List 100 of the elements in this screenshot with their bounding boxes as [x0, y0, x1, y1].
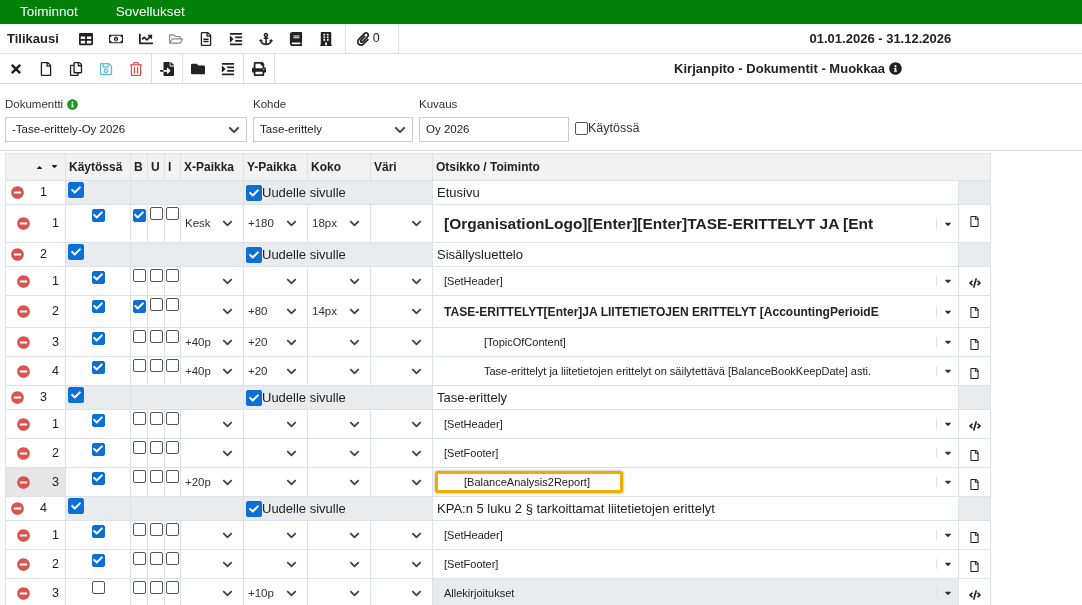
new-document-icon[interactable]: [39, 61, 53, 76]
content-field[interactable]: [BalanceAnalysis2Report]: [435, 471, 623, 494]
document-icon[interactable]: [198, 31, 213, 46]
checkbox[interactable]: [149, 412, 163, 426]
row-number-cell[interactable]: 2: [5, 438, 66, 468]
indent-icon[interactable]: [228, 31, 243, 46]
content-field[interactable]: [SetHeader]: [435, 413, 536, 436]
checkbox[interactable]: [68, 244, 84, 261]
checkbox[interactable]: [91, 413, 105, 427]
remove-icon[interactable]: [17, 305, 30, 319]
checkbox[interactable]: [149, 581, 163, 595]
checkbox[interactable]: [91, 208, 105, 222]
folder-icon[interactable]: [191, 61, 205, 76]
checkbox[interactable]: [132, 330, 146, 344]
checkbox[interactable]: [132, 412, 146, 426]
remove-icon[interactable]: [17, 417, 30, 431]
checkbox[interactable]: [149, 552, 163, 566]
copy-icon[interactable]: [69, 61, 83, 76]
checkbox[interactable]: [166, 269, 179, 283]
document-select[interactable]: -Tase-erittely-Oy 2026: [5, 117, 247, 143]
menu-item[interactable]: Toiminnot: [20, 1, 78, 23]
checkbox[interactable]: [246, 389, 262, 406]
table-icon[interactable]: [78, 31, 93, 46]
checkbox[interactable]: [246, 500, 262, 517]
row-number-cell[interactable]: 3: [5, 327, 66, 357]
content-field[interactable]: [SetHeader]: [435, 524, 536, 547]
checkbox[interactable]: [149, 359, 163, 373]
code-icon[interactable]: [968, 420, 981, 433]
checkbox[interactable]: [132, 208, 146, 222]
row-number-cell[interactable]: 2: [5, 549, 66, 579]
checkbox[interactable]: [91, 270, 105, 284]
checkbox[interactable]: [132, 523, 146, 537]
remove-icon[interactable]: [17, 475, 30, 489]
remove-icon[interactable]: [11, 502, 24, 516]
checkbox[interactable]: [91, 581, 105, 595]
remove-icon[interactable]: [17, 274, 30, 288]
row-number-cell[interactable]: 1: [5, 204, 66, 243]
checkbox[interactable]: [166, 470, 179, 484]
remove-icon[interactable]: [17, 528, 30, 542]
checkbox[interactable]: [91, 299, 105, 313]
anchor-icon[interactable]: [258, 31, 273, 46]
remove-icon[interactable]: [17, 586, 30, 600]
row-number-cell[interactable]: 4: [5, 356, 66, 386]
book-icon[interactable]: [288, 31, 303, 46]
content-field[interactable]: [SetFooter]: [435, 553, 532, 576]
row-number-cell[interactable]: 1: [5, 520, 66, 550]
checkbox[interactable]: [68, 182, 84, 199]
checkbox[interactable]: [575, 122, 588, 136]
checkbox[interactable]: [166, 412, 179, 426]
checkbox[interactable]: [132, 581, 146, 595]
row-number-cell[interactable]: 3: [5, 578, 66, 605]
checkbox[interactable]: [149, 523, 163, 537]
document-icon[interactable]: [969, 338, 980, 350]
chart-icon[interactable]: [138, 31, 153, 46]
code-icon[interactable]: [968, 589, 981, 602]
checkbox[interactable]: [91, 442, 105, 456]
checkbox[interactable]: [166, 330, 179, 344]
checkbox[interactable]: [132, 269, 146, 283]
building-icon[interactable]: [318, 31, 333, 46]
checkbox[interactable]: [166, 552, 179, 566]
remove-icon[interactable]: [11, 186, 24, 200]
document-icon[interactable]: [969, 478, 980, 490]
checkbox[interactable]: [149, 330, 163, 344]
row-number-cell[interactable]: 1: [5, 266, 66, 296]
remove-icon[interactable]: [17, 217, 30, 231]
checkbox[interactable]: [149, 269, 163, 283]
close-icon[interactable]: [9, 61, 23, 76]
target-select[interactable]: Tase-erittely: [253, 117, 413, 143]
checkbox[interactable]: [166, 359, 179, 373]
content-field[interactable]: Allekirjoitukset: [435, 582, 548, 605]
checkbox[interactable]: [246, 184, 262, 201]
checkbox[interactable]: [132, 359, 146, 373]
remove-icon[interactable]: [17, 557, 30, 571]
checkbox[interactable]: [68, 387, 84, 404]
document-icon[interactable]: [969, 367, 980, 379]
delete-icon[interactable]: [129, 61, 143, 76]
checkbox[interactable]: [166, 523, 179, 537]
checkbox[interactable]: [149, 441, 163, 455]
code-icon[interactable]: [968, 277, 981, 290]
checkbox[interactable]: [132, 441, 146, 455]
checkbox[interactable]: [166, 207, 179, 221]
checkbox[interactable]: [68, 498, 84, 515]
checkbox[interactable]: [132, 470, 146, 484]
checkbox[interactable]: [91, 360, 105, 374]
checkbox[interactable]: [166, 581, 179, 595]
checkbox[interactable]: [132, 552, 146, 566]
row-number-cell[interactable]: 2: [5, 295, 66, 328]
content-field[interactable]: [SetHeader]: [435, 270, 536, 293]
checkbox[interactable]: [166, 441, 179, 455]
document-icon[interactable]: [969, 449, 980, 461]
checkbox[interactable]: [132, 299, 146, 313]
checkbox[interactable]: [246, 246, 262, 263]
document-icon[interactable]: [969, 531, 980, 543]
checkbox[interactable]: [91, 553, 105, 567]
menu-item[interactable]: Sovellukset: [115, 1, 185, 23]
remove-icon[interactable]: [17, 335, 30, 349]
remove-icon[interactable]: [17, 446, 30, 460]
content-field[interactable]: [SetFooter]: [435, 442, 532, 465]
document-icon[interactable]: [969, 560, 980, 572]
indent-icon[interactable]: [221, 61, 235, 76]
